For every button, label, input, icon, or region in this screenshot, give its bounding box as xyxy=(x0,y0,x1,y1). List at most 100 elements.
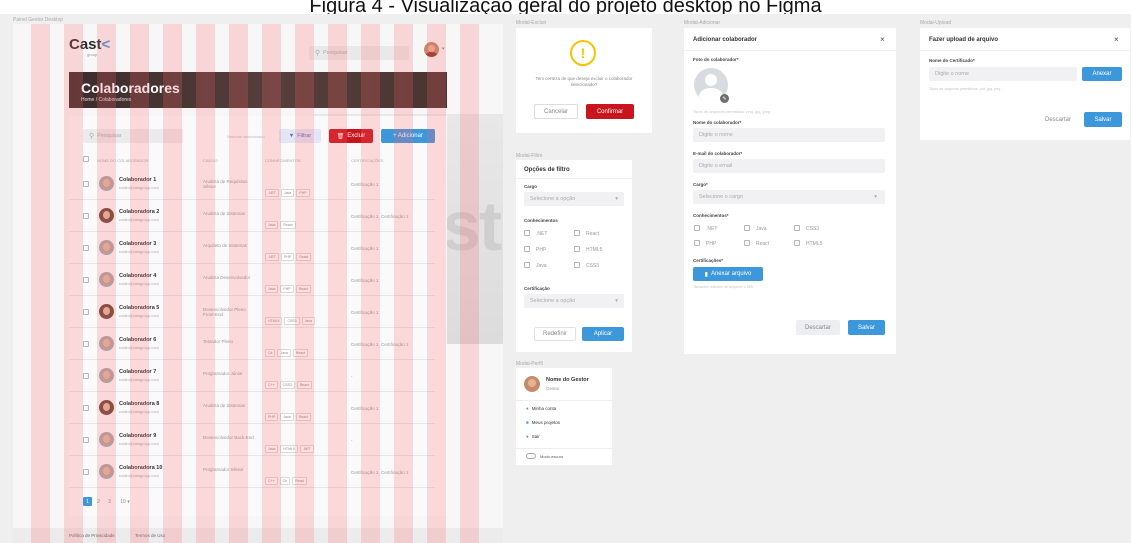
file-icon: ▮ xyxy=(704,271,708,278)
row-checkbox[interactable] xyxy=(83,405,89,411)
page-button-2[interactable]: 2 xyxy=(94,497,103,506)
option-react: React xyxy=(756,241,770,247)
breadcrumb[interactable]: Home / Colaboradores xyxy=(81,97,131,103)
skill-tag: .NET xyxy=(265,253,279,261)
collaborator-role: Analista de Requisitos Sênior xyxy=(203,179,248,189)
figma-canvas: Painel Gestor Desktop ast ast Cast< grou… xyxy=(0,14,1131,543)
terms-link[interactable]: Termos de Uso xyxy=(135,533,165,538)
skill-tags: Java React xyxy=(265,213,349,231)
page-button-1[interactable]: 1 xyxy=(83,497,92,506)
checkbox-html5[interactable] xyxy=(794,240,800,246)
search-input[interactable]: ⚲ Pesquisar xyxy=(309,46,409,60)
table-row[interactable]: Colaborador 9 colab@castgroup.com Desenvol… xyxy=(69,424,435,456)
row-checkbox[interactable] xyxy=(83,437,89,443)
edit-photo-icon[interactable]: ✎ xyxy=(720,94,729,103)
table-row[interactable]: Colaborador 7 colab@castgroup.com Programa… xyxy=(69,360,435,392)
table-row[interactable]: Colaborador 4 colab@castgroup.com Analista… xyxy=(69,264,435,296)
checkbox-net[interactable] xyxy=(524,230,530,236)
name-input[interactable]: Digite o nome xyxy=(693,128,885,142)
checkbox-html5[interactable] xyxy=(574,246,580,252)
table-row[interactable]: Colaboradora 8 colab@castgroup.com Analist… xyxy=(69,392,435,424)
dark-mode-toggle[interactable] xyxy=(526,453,536,459)
photo-hint: Tipos de arquivos permitidos: png, jpg, … xyxy=(693,109,771,114)
cargo-select[interactable]: Selecione a opção ▾ xyxy=(524,192,624,206)
row-checkbox[interactable] xyxy=(83,245,89,251)
skill-tag: PHP xyxy=(280,285,294,293)
chevron-down-icon[interactable]: ▾ xyxy=(442,46,445,52)
checkbox-java[interactable] xyxy=(524,262,530,268)
logout-icon: ● xyxy=(526,434,529,439)
close-icon[interactable]: × xyxy=(880,35,885,44)
delete-button[interactable]: 🗑 Excluir xyxy=(329,129,373,143)
column-header-certs[interactable]: CERTIFICAÇÕES xyxy=(351,158,383,163)
select-all-checkbox[interactable] xyxy=(83,156,89,162)
table-row[interactable]: Colaboradora 5 colab@castgroup.com Desenvo… xyxy=(69,296,435,328)
cert-label: Certificação xyxy=(524,286,550,291)
row-checkbox[interactable] xyxy=(83,341,89,347)
apply-button[interactable]: Aplicar xyxy=(582,327,624,341)
cancel-button[interactable]: Cancelar xyxy=(534,104,578,119)
filter-button[interactable]: ▼ Filtrar xyxy=(279,129,321,143)
menu-item-sair[interactable]: ● Sair xyxy=(526,434,540,439)
confirm-button[interactable]: Confirmar xyxy=(586,104,634,119)
modal-perfil: Nome do Gestor Gestor ● Minha conta ■ Meus… xyxy=(516,368,612,465)
profile-avatar[interactable] xyxy=(424,42,439,57)
row-checkbox[interactable] xyxy=(83,309,89,315)
skills-label: Conhecimentos* xyxy=(693,213,729,218)
row-checkbox[interactable] xyxy=(83,181,89,187)
checkbox-css3[interactable] xyxy=(794,225,800,231)
role-select[interactable]: Selecione o cargo ▾ xyxy=(693,190,885,204)
list-search-input[interactable]: ⚲ Pesquisar xyxy=(83,129,183,143)
pagination: 1 2 3 10 ▾ xyxy=(83,497,134,506)
checkbox-react[interactable] xyxy=(574,230,580,236)
checkbox-react[interactable] xyxy=(744,240,750,246)
row-checkbox[interactable] xyxy=(83,469,89,475)
logo[interactable]: Cast< xyxy=(69,36,110,53)
checkbox-css3[interactable] xyxy=(574,262,580,268)
table-row[interactable]: Colaboradora 10 colab@castgroup.com Progra… xyxy=(69,456,435,488)
page-size-select[interactable]: 10 ▾ xyxy=(116,497,134,506)
privacy-link[interactable]: Política de Privacidade xyxy=(69,533,115,538)
menu-item-meus-projetos[interactable]: ■ Meus projetos xyxy=(526,420,560,425)
chevron-down-icon: ▾ xyxy=(874,194,877,200)
skill-tag: .NET xyxy=(265,189,279,197)
add-button[interactable]: + Adicionar xyxy=(381,129,435,143)
filter-title: Opções de filtro xyxy=(524,167,570,173)
close-icon[interactable]: × xyxy=(1114,35,1119,44)
checkbox-php[interactable] xyxy=(694,240,700,246)
dark-mode-label: Modo escuro xyxy=(540,454,564,459)
table-row[interactable]: Colaborador 3 colab@castgroup.com Arquitet… xyxy=(69,232,435,264)
column-header-role[interactable]: CARGO xyxy=(203,158,218,163)
collaborator-name: Colaborador 4 xyxy=(119,273,157,279)
page-button-3[interactable]: 3 xyxy=(105,497,114,506)
option-net: .NET xyxy=(536,231,548,237)
row-checkbox[interactable] xyxy=(83,277,89,283)
save-button[interactable]: Salvar xyxy=(848,320,885,335)
cert-name-input[interactable]: Digite o nome xyxy=(929,67,1077,81)
collaborator-email: colab@castgroup.com xyxy=(119,281,159,286)
table-row[interactable]: Colaborador 6 colab@castgroup.com Testador… xyxy=(69,328,435,360)
attach-button[interactable]: Anexar xyxy=(1082,67,1122,81)
reset-button[interactable]: Redefinir xyxy=(534,327,576,341)
checkbox-net[interactable] xyxy=(694,225,700,231)
cert-select[interactable]: Selecione a opção ▾ xyxy=(524,294,624,308)
skill-tags: .NET Java PHP xyxy=(265,181,349,199)
column-header-name[interactable]: NOME DO COLABORADOR xyxy=(97,158,148,163)
chevron-down-icon: ▾ xyxy=(615,196,618,202)
row-checkbox[interactable] xyxy=(83,373,89,379)
column-header-skills[interactable]: CONHECIMENTOS xyxy=(265,158,300,163)
save-button[interactable]: Salvar xyxy=(1084,112,1122,127)
discard-button[interactable]: Descartar xyxy=(1036,112,1080,127)
attach-file-button[interactable]: ▮ Anexar arquivo xyxy=(693,267,763,281)
row-checkbox[interactable] xyxy=(83,213,89,219)
discard-button[interactable]: Descartar xyxy=(796,320,840,335)
table-row[interactable]: Colaboradora 2 colab@castgroup.com Analist… xyxy=(69,200,435,232)
skill-tags: C++ C# React xyxy=(265,469,349,487)
skill-tag: Java xyxy=(265,445,279,453)
collaborator-certs: Certificação 1 xyxy=(351,246,379,251)
menu-item-minha-conta[interactable]: ● Minha conta xyxy=(526,406,556,411)
checkbox-php[interactable] xyxy=(524,246,530,252)
email-input[interactable]: Digite o email xyxy=(693,159,885,173)
checkbox-java[interactable] xyxy=(744,225,750,231)
table-row[interactable]: Colaborador 1 colab@castgroup.com Analista… xyxy=(69,168,435,200)
